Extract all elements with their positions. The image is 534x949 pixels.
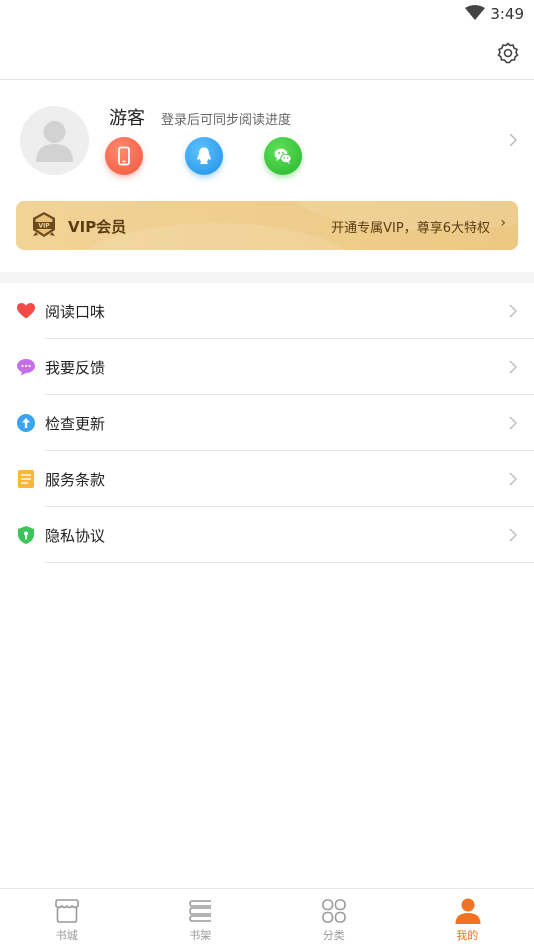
shield-icon <box>18 526 34 544</box>
avatar[interactable] <box>20 106 89 175</box>
bottom-tab-bar: 书城 书架 分类 我的 <box>0 888 534 949</box>
chevron-right-icon <box>509 304 517 318</box>
heart-icon <box>17 303 35 319</box>
menu-item-feedback[interactable]: 我要反馈 <box>0 339 534 395</box>
wifi-icon <box>465 5 485 20</box>
menu-item-label: 隐私协议 <box>45 527 106 545</box>
svg-text:VIP: VIP <box>38 223 50 230</box>
profile-section[interactable]: 游客 登录后可同步阅读进度 <box>0 80 534 200</box>
default-avatar-icon <box>20 106 89 175</box>
tab-label: 书架 <box>189 929 212 942</box>
wechat-login-button[interactable] <box>264 137 302 175</box>
top-bar <box>0 28 534 80</box>
chat-bubble-icon <box>17 359 35 376</box>
settings-menu: 阅读口味 我要反馈 检查更新 服务条款 隐私协议 <box>0 283 534 563</box>
phone-icon <box>118 146 130 166</box>
menu-item-label: 服务条款 <box>45 471 106 489</box>
login-tip: 登录后可同步阅读进度 <box>161 113 292 128</box>
settings-gear-icon[interactable] <box>496 41 520 65</box>
tab-label: 分类 <box>322 929 345 942</box>
menu-item-check-update[interactable]: 检查更新 <box>0 395 534 451</box>
upload-arrow-icon <box>17 414 35 432</box>
menu-item-label: 我要反馈 <box>45 359 106 377</box>
status-time: 3:49 <box>490 5 524 23</box>
status-bar: 3:49 <box>0 0 534 28</box>
profile-chevron-right-icon[interactable] <box>508 132 518 148</box>
chevron-right-icon <box>509 472 517 486</box>
row-divider <box>45 562 534 563</box>
menu-item-privacy-policy[interactable]: 隐私协议 <box>0 507 534 563</box>
phone-login-button[interactable] <box>105 137 143 175</box>
tab-category[interactable]: 分类 <box>267 889 401 949</box>
vip-crown-badge-icon: VIP <box>33 212 55 237</box>
tab-bookshelf[interactable]: 书架 <box>134 889 268 949</box>
bookshelf-icon <box>188 900 211 922</box>
vip-banner[interactable]: VIP VIP会员 开通专属VIP，尊享6大特权 › <box>16 201 518 250</box>
qq-login-button[interactable] <box>185 137 223 175</box>
qq-penguin-icon <box>197 147 211 165</box>
tab-bookstore[interactable]: 书城 <box>0 889 134 949</box>
store-icon <box>55 899 79 923</box>
menu-item-label: 检查更新 <box>45 415 106 433</box>
vip-arrow: › <box>500 215 506 231</box>
tab-label: 书城 <box>55 929 78 942</box>
document-icon <box>18 470 34 488</box>
menu-item-terms-of-service[interactable]: 服务条款 <box>0 451 534 507</box>
vip-description: 开通专属VIP，尊享6大特权 <box>331 221 490 236</box>
chevron-right-icon <box>509 360 517 374</box>
wechat-icon <box>274 148 292 164</box>
menu-item-label: 阅读口味 <box>45 303 106 321</box>
menu-item-reading-taste[interactable]: 阅读口味 <box>0 283 534 339</box>
tab-label: 我的 <box>456 929 479 942</box>
chevron-right-icon <box>509 416 517 430</box>
person-icon <box>455 898 480 924</box>
vip-title: VIP会员 <box>68 218 127 236</box>
tab-mine[interactable]: 我的 <box>401 889 534 949</box>
username: 游客 <box>109 108 145 129</box>
category-icon <box>322 899 346 923</box>
chevron-right-icon <box>509 528 517 542</box>
section-divider <box>0 272 534 283</box>
